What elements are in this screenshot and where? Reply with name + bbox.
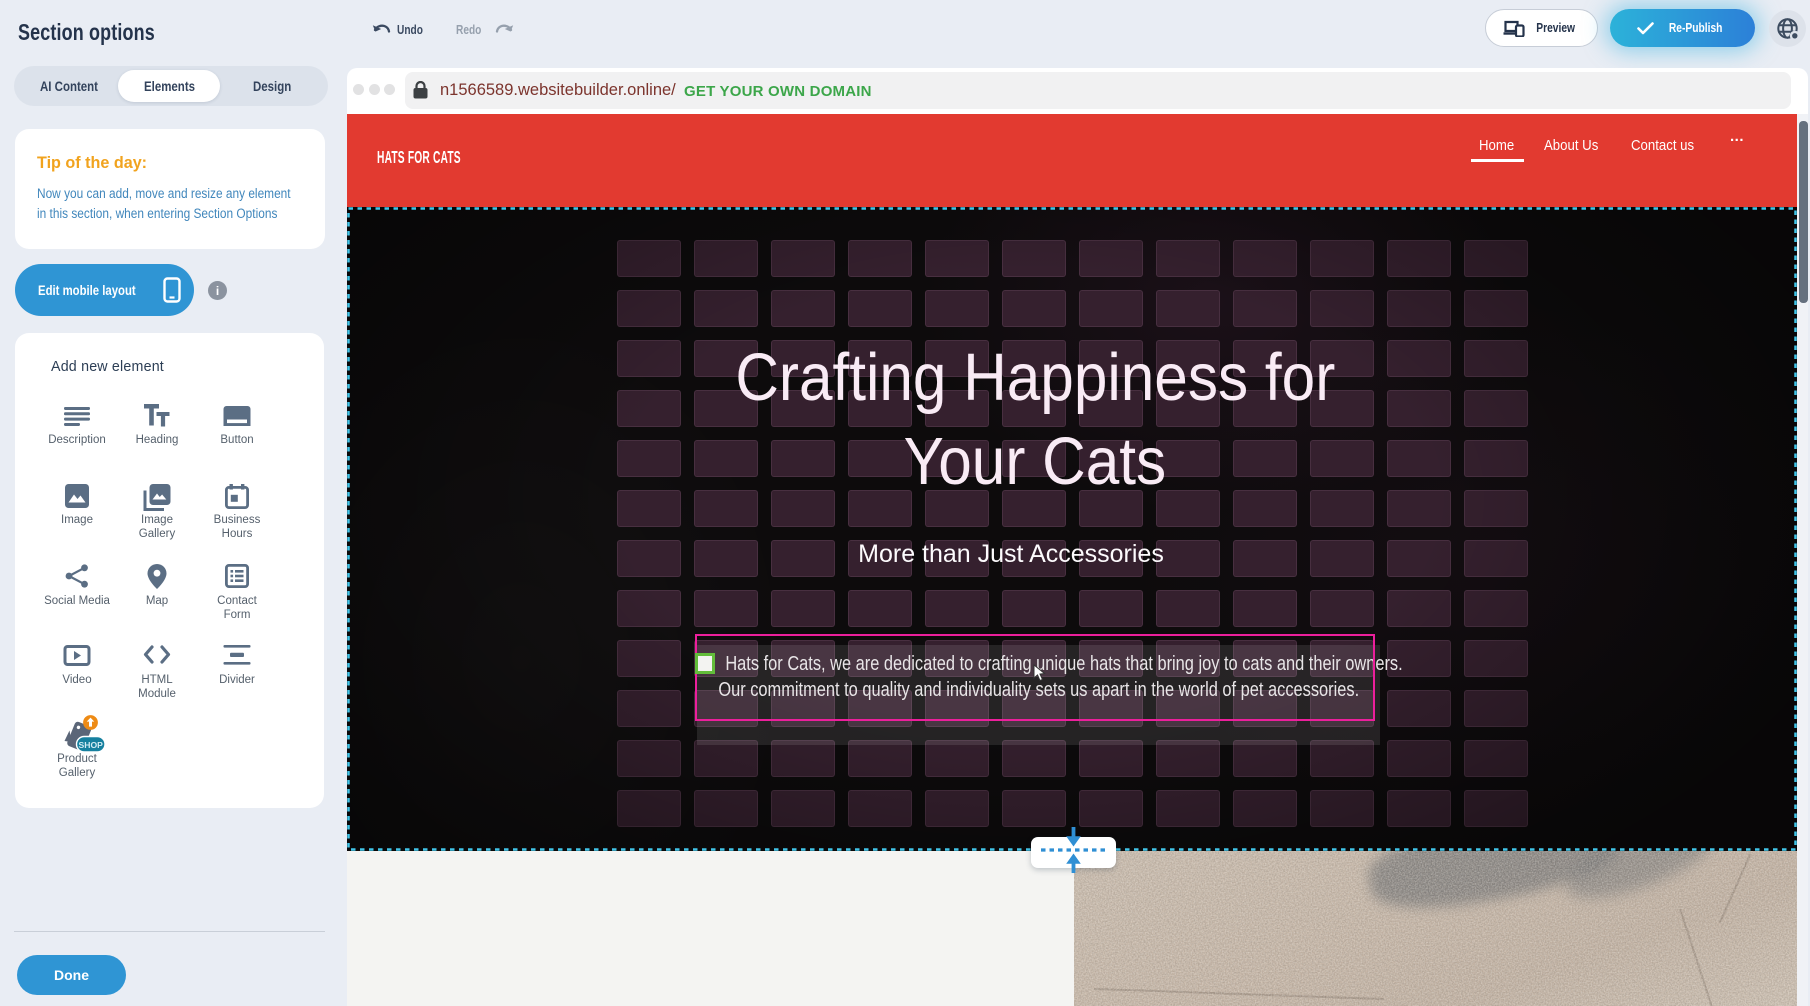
svg-text:SHOP: SHOP [79,740,104,750]
